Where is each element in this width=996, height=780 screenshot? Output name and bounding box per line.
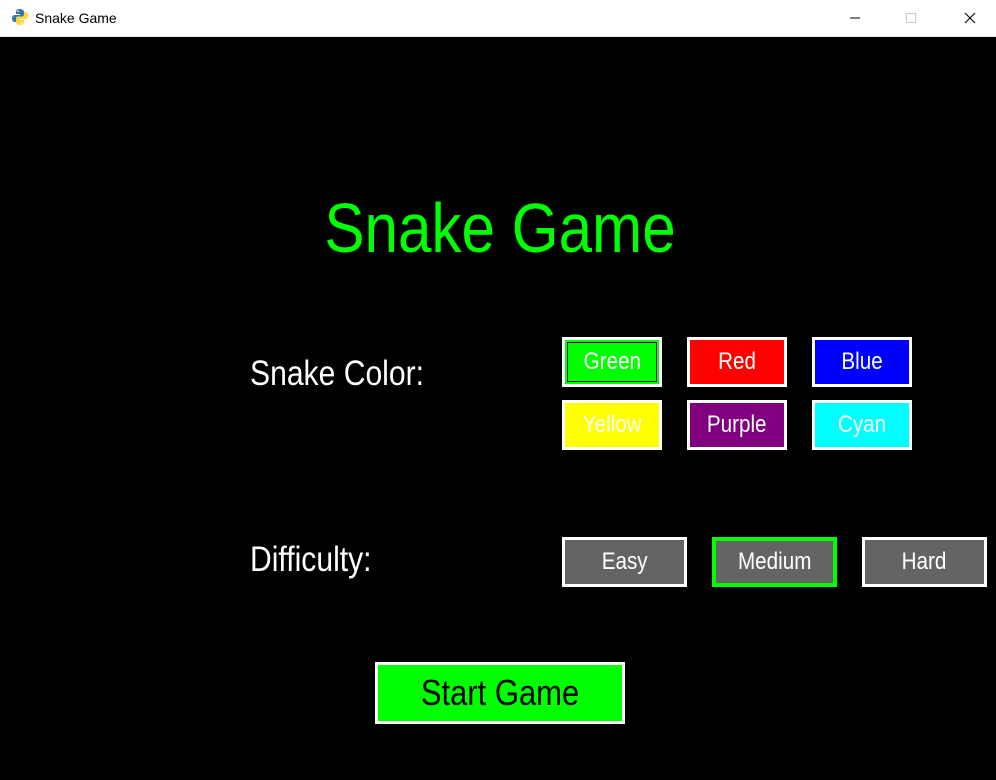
color-option-label: Yellow [582, 411, 642, 438]
difficulty-option-label: Medium [737, 548, 812, 575]
color-option-cyan[interactable]: Cyan [812, 400, 912, 450]
color-option-label: Purple [707, 411, 767, 438]
difficulty-label: Difficulty: [250, 540, 372, 579]
snake-color-label: Snake Color: [250, 354, 425, 393]
difficulty-medium-button[interactable]: Medium [712, 537, 837, 587]
color-option-red[interactable]: Red [687, 337, 787, 387]
maximize-button[interactable] [882, 0, 940, 36]
game-title: Snake Game [324, 189, 676, 267]
maximize-icon [906, 13, 916, 23]
color-option-purple[interactable]: Purple [687, 400, 787, 450]
difficulty-option-label: Easy [601, 548, 648, 575]
game-canvas: Snake Game Snake Color: Green Red Blue Y… [0, 37, 996, 780]
start-game-button[interactable]: Start Game [375, 662, 625, 724]
difficulty-easy-button[interactable]: Easy [562, 537, 687, 587]
color-option-label: Green [583, 348, 641, 375]
python-icon [12, 9, 28, 25]
color-option-label: Red [718, 348, 756, 375]
color-option-yellow[interactable]: Yellow [562, 400, 662, 450]
start-game-label: Start Game [420, 672, 580, 713]
color-option-blue[interactable]: Blue [812, 337, 912, 387]
app-window: Snake Game Snake Game Snake Color: Green… [0, 0, 996, 780]
title-bar: Snake Game [0, 0, 996, 37]
minimize-icon [850, 17, 860, 19]
color-option-green[interactable]: Green [562, 337, 662, 387]
color-option-label: Cyan [837, 411, 887, 438]
window-title: Snake Game [35, 10, 117, 26]
color-option-label: Blue [841, 348, 883, 375]
minimize-button[interactable] [826, 0, 884, 36]
close-icon [964, 12, 976, 24]
difficulty-option-label: Hard [902, 548, 947, 575]
close-button[interactable] [941, 0, 996, 36]
difficulty-hard-button[interactable]: Hard [862, 537, 987, 587]
